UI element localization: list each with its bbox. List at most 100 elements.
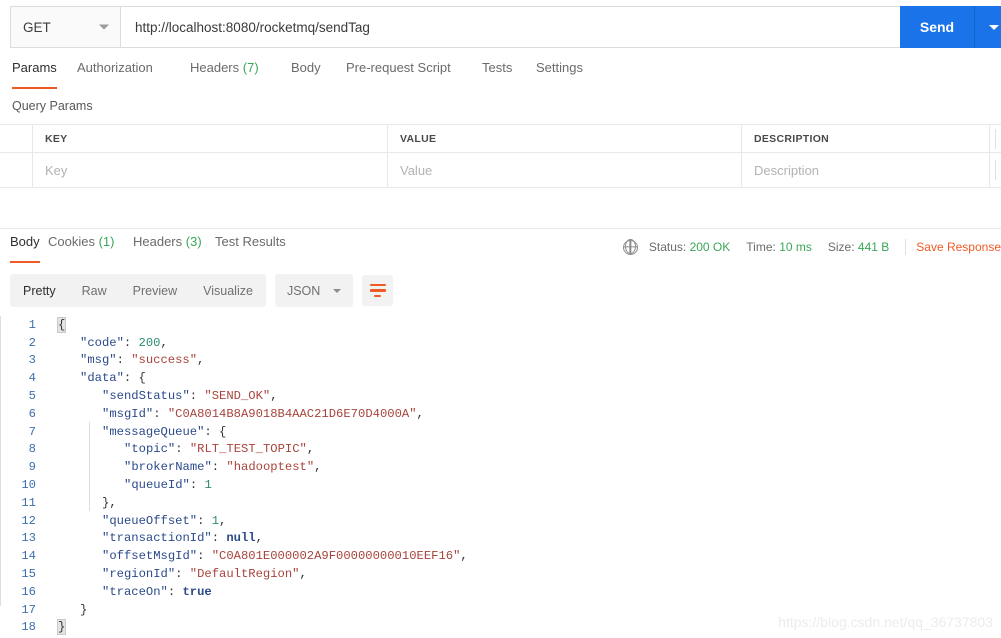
language-label: JSON [286, 283, 321, 298]
tab-params[interactable]: Params [12, 60, 57, 89]
code-token: 200 [138, 335, 161, 350]
tab-settings[interactable]: Settings [536, 60, 583, 89]
code-token: "code" [80, 335, 124, 350]
chevron-down-icon [99, 24, 109, 30]
postman-window: GET http://localhost:8080/rocketmq/sendT… [0, 0, 1001, 638]
tab-label: Params [12, 60, 57, 75]
code-token: "msgId" [102, 406, 154, 421]
tab-pre-request-script[interactable]: Pre-request Script [346, 60, 451, 89]
code-text: "queueId": 1 [45, 478, 212, 492]
code-token: "brokerName" [124, 460, 212, 475]
http-method-label: GET [23, 19, 51, 35]
line-number: 18 [21, 620, 36, 635]
code-token: : [167, 584, 183, 599]
tab-count: (7) [242, 60, 259, 75]
save-response-link[interactable]: Save Response [916, 240, 1001, 254]
tab-body[interactable]: Body [291, 60, 321, 89]
response-body-code[interactable]: 1{2 "code": 200, 3 "msg": "success", 4 "data"… [0, 316, 1001, 638]
code-line: 14 "offsetMsgId": "C0A801E000002A9F000000… [0, 547, 1001, 565]
status-label: Status: [648, 240, 687, 254]
word-wrap-icon[interactable] [362, 275, 394, 306]
code-token: , [460, 549, 468, 564]
tab-count: (1) [98, 234, 115, 249]
code-token: null [226, 531, 256, 546]
code-token: , [255, 531, 263, 546]
param-key-input[interactable]: Key [33, 153, 388, 187]
code-token: : [175, 442, 190, 457]
line-number: 12 [21, 513, 36, 528]
code-token: "RLT_TEST_TOPIC" [189, 442, 307, 457]
view-pretty-button[interactable]: Pretty [10, 274, 69, 307]
line-number: 3 [28, 353, 36, 368]
code-token: 1 [204, 478, 212, 493]
code-token: , [299, 567, 307, 582]
code-token: true [182, 584, 212, 599]
view-mode-group: Pretty Raw Preview Visualize [10, 274, 266, 307]
code-line: 9 "brokerName": "hadooptest", [0, 458, 1001, 476]
line-number: 17 [21, 602, 36, 617]
tab-authorization[interactable]: Authorization [77, 60, 153, 89]
code-text: "sendStatus": "SEND_OK", [45, 389, 278, 403]
tab-label: Test Results [215, 234, 286, 249]
send-button[interactable]: Send [900, 6, 974, 48]
code-token: } [56, 619, 67, 636]
line-number: 7 [28, 424, 36, 439]
tab-label: Body [291, 60, 321, 75]
code-token: : [197, 513, 212, 528]
query-params-table: KEY VALUE DESCRIPTION Key Value Descript… [0, 124, 1001, 188]
code-line: 2 "code": 200, [0, 334, 1001, 352]
view-preview-button[interactable]: Preview [120, 274, 190, 307]
code-line: 5 "sendStatus": "SEND_OK", [0, 387, 1001, 405]
code-line: 4 "data": { [0, 369, 1001, 387]
table-row[interactable]: Key Value Description [0, 153, 1001, 188]
response-tab-test-results[interactable]: Test Results [215, 234, 286, 263]
url-input[interactable]: http://localhost:8080/rocketmq/sendTag [120, 6, 1001, 48]
code-text: "traceOn": true [45, 585, 212, 599]
size-label: Size: [827, 240, 855, 254]
tab-tests[interactable]: Tests [482, 60, 512, 89]
response-tab-cookies[interactable]: Cookies (1) [48, 234, 114, 263]
row-checkbox-cell[interactable] [0, 153, 33, 187]
code-token: : [175, 567, 190, 582]
tab-label: Settings [536, 60, 583, 75]
section-divider [0, 228, 1001, 229]
tab-headers[interactable]: Headers (7) [190, 60, 259, 89]
send-options-button[interactable] [974, 6, 1001, 48]
code-token: } [80, 602, 88, 617]
code-token: , [416, 406, 424, 421]
response-tab-headers[interactable]: Headers (3) [133, 234, 202, 263]
view-raw-button[interactable]: Raw [69, 274, 120, 307]
code-token: "C0A8014B8A9018B4AAC21D6E70D4000A" [167, 406, 417, 421]
select-all-cell [0, 125, 33, 152]
code-text: "offsetMsgId": "C0A801E000002A9F00000000… [45, 549, 468, 563]
code-text: "msg": "success", [45, 353, 204, 367]
code-token: "success" [131, 353, 198, 368]
watermark: https://blog.csdn.net/qq_36737803 [778, 614, 993, 630]
column-header-key: KEY [33, 125, 388, 152]
size-badge: Size: 441 B [828, 240, 889, 254]
line-number: 11 [21, 495, 36, 510]
param-value-input[interactable]: Value [388, 153, 742, 187]
code-line: 6 "msgId": "C0A8014B8A9018B4AAC21D6E70D40… [0, 405, 1001, 423]
code-line: 15 "regionId": "DefaultRegion", [0, 565, 1001, 583]
tab-label: Pre-request Script [346, 60, 451, 75]
code-token: , [306, 442, 315, 457]
param-description-input[interactable]: Description [742, 153, 990, 187]
language-select[interactable]: JSON [274, 274, 354, 307]
http-method-select[interactable]: GET [10, 6, 120, 48]
code-token: 1 [211, 513, 220, 528]
response-tab-body[interactable]: Body [10, 234, 40, 263]
code-text: "regionId": "DefaultRegion", [45, 567, 307, 581]
code-text: "queueOffset": 1, [45, 514, 226, 528]
request-tabs: Params Authorization Headers (7) Body Pr… [0, 60, 1001, 89]
view-visualize-button[interactable]: Visualize [190, 274, 266, 307]
code-token: "C0A801E000002A9F00000000010EEF16" [211, 549, 461, 564]
code-token: : [197, 549, 212, 564]
time-badge: Time: 10 ms [746, 240, 812, 254]
code-token: , [219, 513, 227, 528]
code-text: "messageQueue": { [45, 425, 226, 439]
code-token: , [314, 460, 322, 475]
line-number: 1 [28, 317, 36, 332]
line-number: 16 [21, 584, 36, 599]
tab-label: Tests [482, 60, 513, 75]
